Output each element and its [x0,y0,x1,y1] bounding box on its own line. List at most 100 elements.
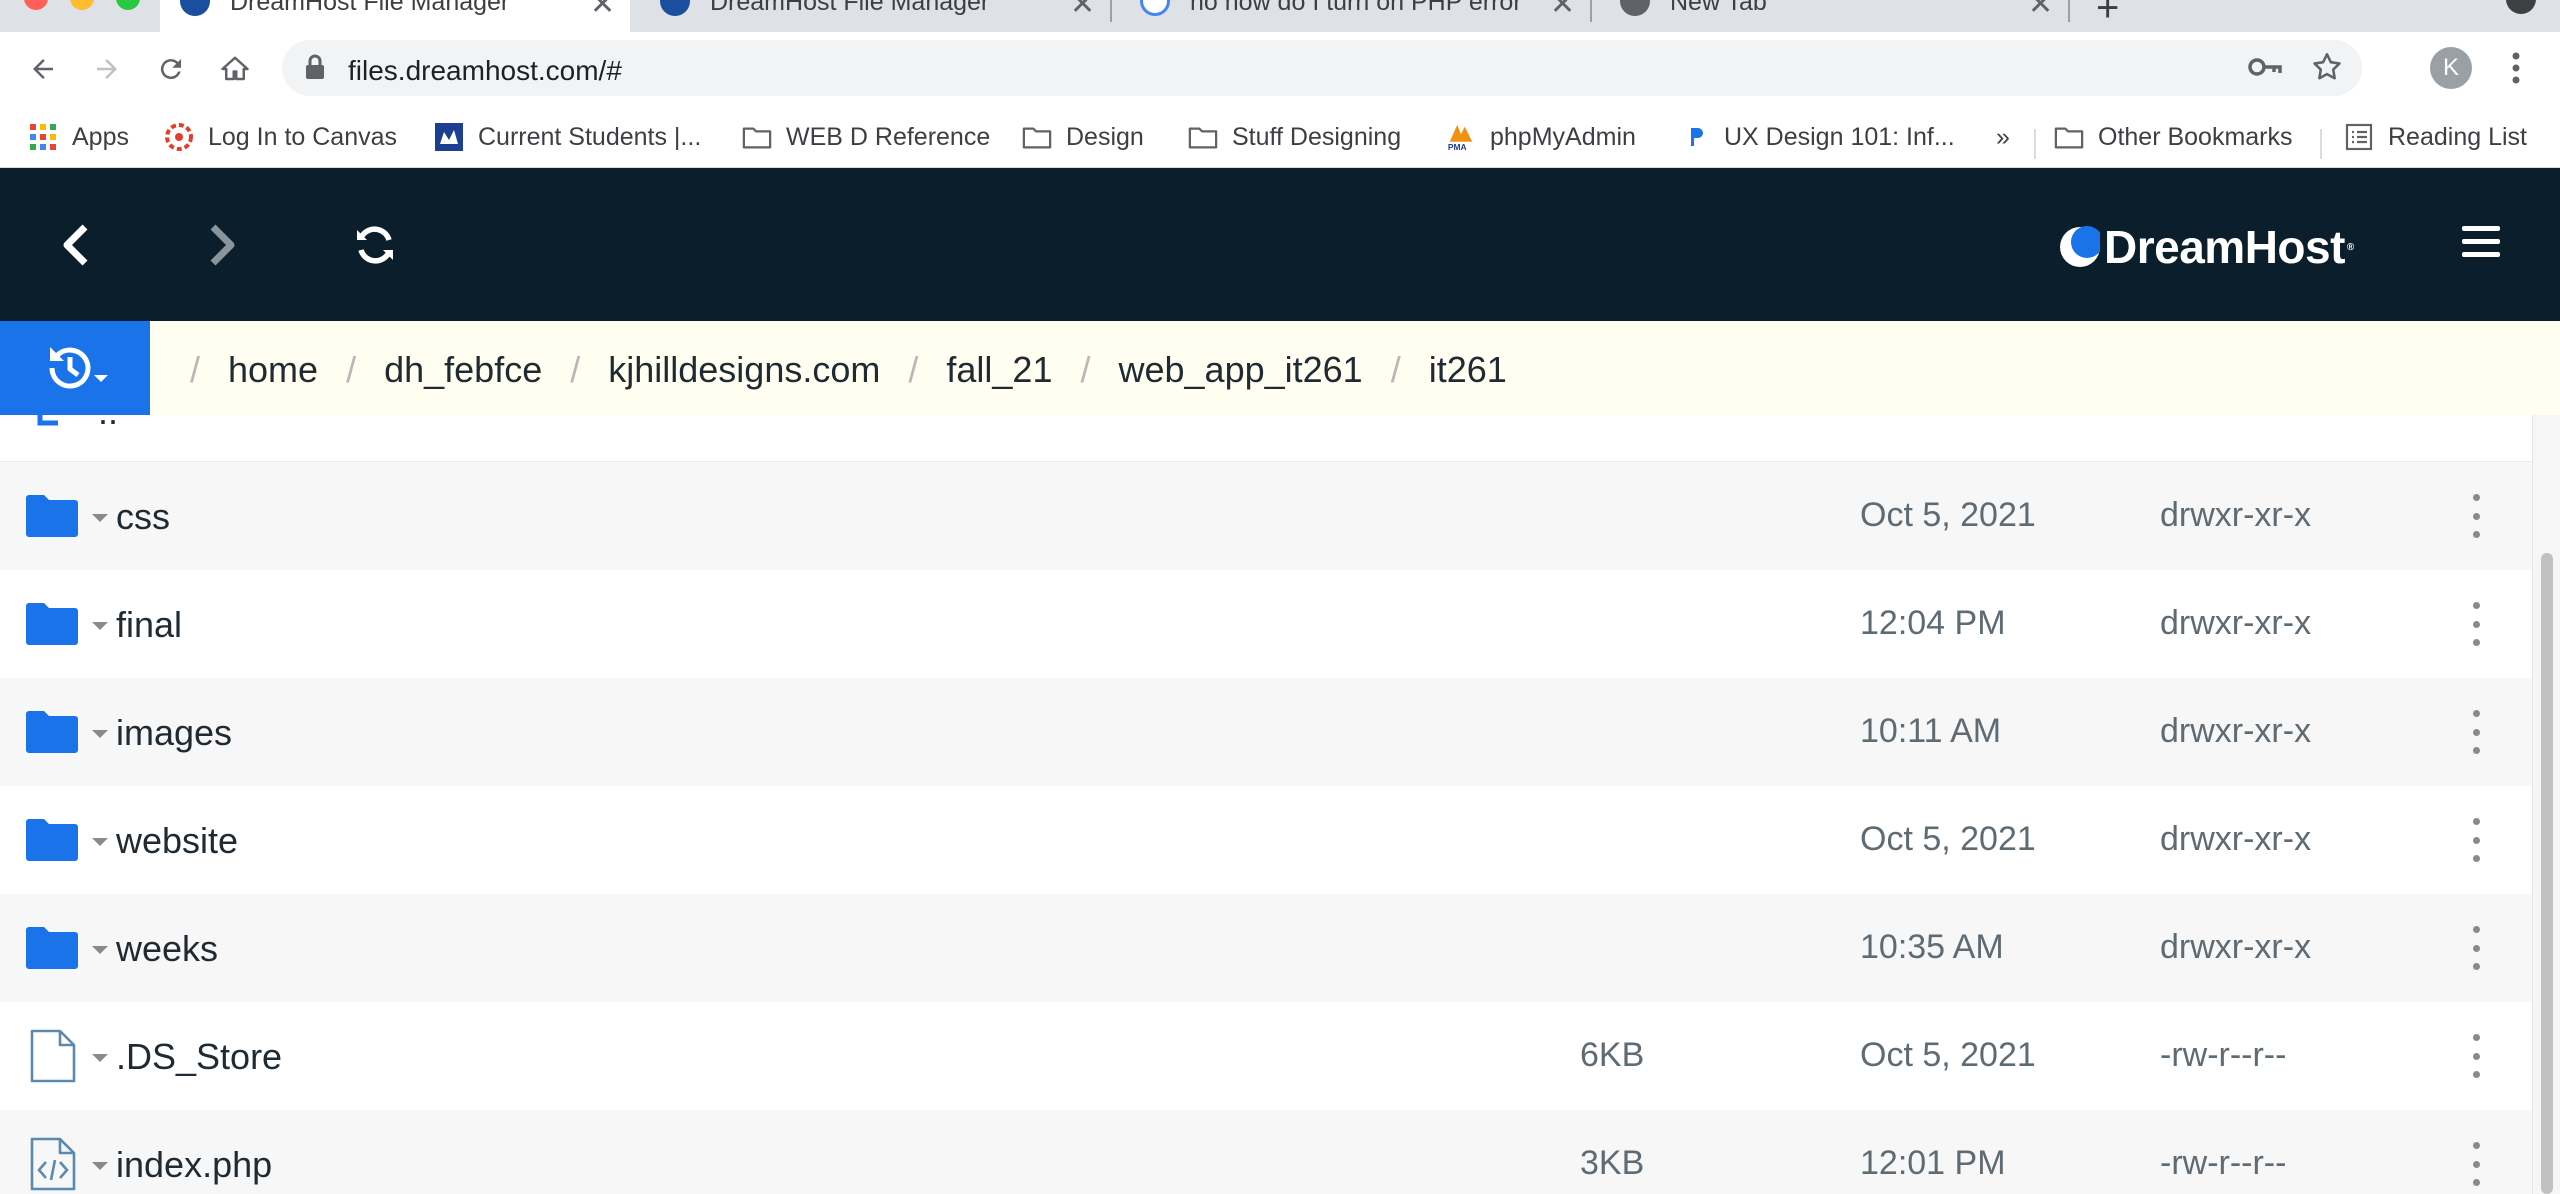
tab-title: no how do I turn on PHP error r [1190,0,1530,15]
expand-caret-icon[interactable] [92,514,108,522]
breadcrumb-term[interactable]: fall_21 [946,349,1052,391]
maximize-window-button[interactable] [116,0,140,10]
chrome-favicon-icon [1620,0,1650,16]
close-tab-icon[interactable]: ✕ [590,0,615,20]
close-tab-icon[interactable]: ✕ [2028,0,2053,20]
folder-icon [1188,122,1218,152]
file-size: 3KB [1580,1144,1645,1182]
profile-avatar[interactable]: K [2430,47,2472,89]
row-menu-icon[interactable] [2466,1034,2486,1078]
refresh-icon[interactable] [348,218,402,272]
row-menu-icon[interactable] [2466,602,2486,646]
file-name[interactable]: .DS_Store [116,1036,282,1078]
home-icon[interactable] [212,46,258,92]
breadcrumb-user[interactable]: dh_febfce [384,349,542,391]
file-permissions: drwxr-xr-x [2160,820,2312,858]
bookmark-current-students[interactable]: Current Students |... [434,117,701,157]
password-key-icon[interactable] [2248,52,2282,82]
file-permissions: -rw-r--r-- [2160,1144,2287,1182]
dreamhost-logo[interactable]: DreamHost ® [2058,220,2354,274]
file-name[interactable]: index.php [116,1144,272,1186]
row-menu-icon[interactable] [2466,710,2486,754]
bookmark-reading-list[interactable]: Reading List [2344,117,2527,157]
file-row-index-php[interactable]: index.php 3KB 12:01 PM -rw-r--r-- [0,1110,2532,1194]
expand-caret-icon[interactable] [92,1054,108,1062]
reload-icon[interactable] [148,46,194,92]
address-bar[interactable]: files.dreamhost.com/# [282,40,2362,96]
folder-icon [1022,122,1052,152]
close-window-button[interactable] [24,0,48,10]
file-name[interactable]: weeks [116,928,218,970]
file-row-weeks[interactable]: weeks 10:35 AM drwxr-xr-x [0,894,2532,1002]
history-dropdown-button[interactable] [0,321,150,415]
bookmark-design[interactable]: Design [1022,117,1144,157]
file-name[interactable]: images [116,712,232,754]
row-menu-icon[interactable] [2466,818,2486,862]
chevron-more-icon: » [1996,122,2010,151]
nav-back-icon[interactable] [48,218,102,272]
bookmark-separator [2320,129,2322,159]
bookmark-apps[interactable]: Apps [28,117,129,157]
bookmark-label: UX Design 101: Inf... [1724,122,1955,151]
breadcrumb-home[interactable]: home [228,349,318,391]
scrollbar-thumb[interactable] [2541,553,2553,1194]
bookmark-canvas[interactable]: Log In to Canvas [164,117,397,157]
file-modified: 12:04 PM [1860,604,2006,642]
nav-forward-icon[interactable] [196,218,250,272]
folder-icon [26,927,78,969]
folder-icon [742,122,772,152]
bookmark-label: Other Bookmarks [2098,122,2293,151]
file-permissions: drwxr-xr-x [2160,928,2312,966]
bookmark-label: Current Students |... [478,122,702,151]
file-modified: Oct 5, 2021 [1860,1036,2036,1074]
file-name[interactable]: css [116,496,170,538]
google-favicon-icon [1140,0,1170,16]
close-tab-icon[interactable]: ✕ [1550,0,1575,20]
file-list: .. css Oct 5, 2021 drwxr-xr-x final 12:0… [0,415,2532,1194]
scrollbar[interactable] [2532,415,2560,1194]
new-tab-plus-icon[interactable]: + [2096,0,2119,31]
breadcrumb-domain[interactable]: kjhilldesigns.com [608,349,880,391]
tab-dreamhost-file-manager-2[interactable]: DreamHost File Manager ✕ [640,0,1100,32]
breadcrumb-course[interactable]: web_app_it261 [1118,349,1362,391]
file-row-images[interactable]: images 10:11 AM drwxr-xr-x [0,678,2532,786]
tab-dreamhost-file-manager-1[interactable]: DreamHost File Manager ✕ [160,0,630,32]
breadcrumb-current[interactable]: it261 [1429,349,1507,391]
file-row-ds-store[interactable]: .DS_Store 6KB Oct 5, 2021 -rw-r--r-- [0,1002,2532,1110]
bookmark-ux-design[interactable]: UX Design 101: Inf... [1680,117,1955,157]
row-menu-icon[interactable] [2466,494,2486,538]
bookmark-phpmyadmin[interactable]: PMA phpMyAdmin [1446,117,1636,157]
hamburger-menu-icon[interactable] [2462,226,2500,262]
bookmark-stuff-designing[interactable]: Stuff Designing [1188,117,1401,157]
back-icon[interactable] [20,46,66,92]
expand-caret-icon[interactable] [92,838,108,846]
row-menu-icon[interactable] [2466,1142,2486,1186]
breadcrumb-bar: / home / dh_febfce / kjhilldesigns.com / fal… [0,321,2560,416]
parent-folder-icon [37,415,58,426]
expand-caret-icon[interactable] [92,622,108,630]
parent-directory-row[interactable]: .. [0,415,2532,462]
close-tab-icon[interactable]: ✕ [1070,0,1095,20]
row-menu-icon[interactable] [2466,926,2486,970]
file-row-website[interactable]: website Oct 5, 2021 drwxr-xr-x [0,786,2532,894]
file-name[interactable]: website [116,820,238,862]
forward-icon[interactable] [84,46,130,92]
file-modified: 10:35 AM [1860,928,2004,966]
chrome-menu-icon[interactable] [2508,50,2524,86]
tab-google-search[interactable]: no how do I turn on PHP error r ✕ [1120,0,1580,32]
tab-search-icon[interactable] [2506,0,2536,14]
file-row-css[interactable]: css Oct 5, 2021 drwxr-xr-x [0,462,2532,570]
bookmark-other-bookmarks[interactable]: Other Bookmarks [2054,117,2293,157]
ux-icon [1680,122,1710,152]
expand-caret-icon[interactable] [92,946,108,954]
tab-new-tab[interactable]: New Tab ✕ [1600,0,2060,32]
tab-separator [1590,0,1592,22]
minimize-window-button[interactable] [70,0,94,10]
bookmark-star-icon[interactable] [2310,50,2344,84]
bookmark-web-d-reference[interactable]: WEB D Reference [742,117,990,157]
expand-caret-icon[interactable] [92,1162,108,1170]
file-name[interactable]: final [116,604,182,646]
file-row-final[interactable]: final 12:04 PM drwxr-xr-x [0,570,2532,678]
expand-caret-icon[interactable] [92,730,108,738]
bookmark-overflow[interactable]: » [1996,117,2010,157]
